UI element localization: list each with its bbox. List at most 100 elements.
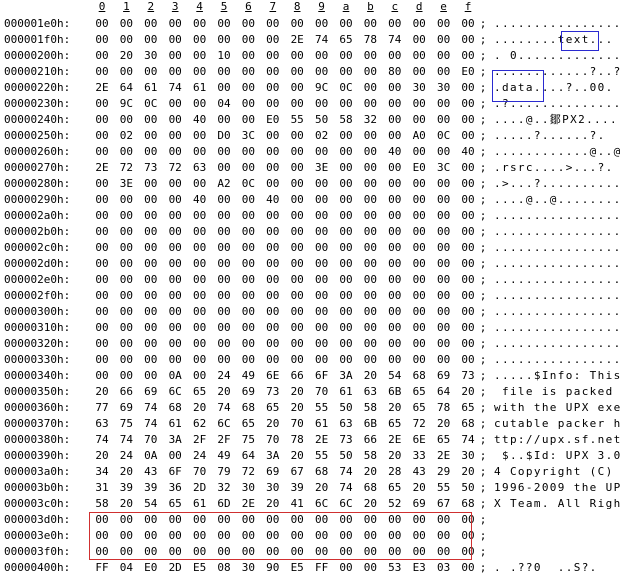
hex-byte[interactable]: 00 xyxy=(385,336,405,352)
ascii-text[interactable]: ................ xyxy=(494,272,638,288)
hex-byte[interactable]: 00 xyxy=(287,240,307,256)
hex-byte[interactable]: 2E xyxy=(287,32,307,48)
hex-byte[interactable]: 00 xyxy=(92,320,112,336)
ascii-text[interactable]: with the UPX exe xyxy=(494,400,638,416)
hex-byte[interactable]: 00 xyxy=(360,352,380,368)
hex-byte[interactable]: 00 xyxy=(263,144,283,160)
hex-byte[interactable]: 41 xyxy=(287,496,307,512)
hex-byte[interactable]: 00 xyxy=(238,224,258,240)
hex-byte[interactable]: 00 xyxy=(165,128,185,144)
hex-byte[interactable]: 00 xyxy=(263,208,283,224)
hex-byte[interactable]: 00 xyxy=(385,16,405,32)
hex-byte[interactable]: 43 xyxy=(409,464,429,480)
hex-byte[interactable]: 00 xyxy=(385,160,405,176)
hex-byte[interactable]: 69 xyxy=(116,400,136,416)
hex-byte[interactable]: 00 xyxy=(116,304,136,320)
hex-byte[interactable]: 00 xyxy=(360,288,380,304)
hex-byte[interactable]: 00 xyxy=(287,256,307,272)
hex-byte[interactable]: 30 xyxy=(238,480,258,496)
hex-byte[interactable]: 74 xyxy=(336,464,356,480)
hex-byte[interactable]: 00 xyxy=(434,352,454,368)
hex-byte[interactable]: 00 xyxy=(238,336,258,352)
hex-byte[interactable]: 00 xyxy=(336,352,356,368)
hex-byte[interactable]: 00 xyxy=(360,528,380,544)
hex-byte[interactable]: 39 xyxy=(287,480,307,496)
hex-byte[interactable]: 00 xyxy=(385,352,405,368)
hex-byte[interactable]: 3A xyxy=(336,368,356,384)
hex-byte[interactable]: 52 xyxy=(385,496,405,512)
ascii-text[interactable]: .rsrc....>...?. xyxy=(494,160,638,176)
hex-byte[interactable]: 00 xyxy=(287,192,307,208)
hex-byte[interactable]: 00 xyxy=(238,16,258,32)
hex-byte[interactable]: 00 xyxy=(141,64,161,80)
hex-byte[interactable]: 00 xyxy=(434,240,454,256)
hex-byte[interactable]: 64 xyxy=(116,80,136,96)
hex-byte[interactable]: 20 xyxy=(92,448,112,464)
hex-byte[interactable]: 00 xyxy=(165,352,185,368)
hex-byte[interactable]: 20 xyxy=(214,384,234,400)
hex-byte[interactable]: 00 xyxy=(190,96,210,112)
hex-byte[interactable]: 00 xyxy=(116,144,136,160)
hex-byte[interactable]: 70 xyxy=(263,432,283,448)
hex-byte[interactable]: 00 xyxy=(434,192,454,208)
hex-byte[interactable]: 50 xyxy=(458,480,478,496)
hex-byte[interactable]: 00 xyxy=(116,224,136,240)
hex-byte[interactable]: 00 xyxy=(238,96,258,112)
ascii-text[interactable]: ....@..鄒PX2.... xyxy=(494,112,638,128)
ascii-text[interactable]: ................ xyxy=(494,16,638,32)
hex-byte[interactable]: 00 xyxy=(263,240,283,256)
hex-byte[interactable]: 55 xyxy=(312,400,332,416)
hex-byte[interactable]: 00 xyxy=(141,368,161,384)
ascii-text[interactable]: .....?......?. xyxy=(494,128,638,144)
hex-byte[interactable]: 20 xyxy=(116,464,136,480)
hex-byte[interactable]: 00 xyxy=(92,272,112,288)
hex-byte[interactable]: 00 xyxy=(190,240,210,256)
hex-byte[interactable]: 00 xyxy=(263,352,283,368)
hex-byte[interactable]: 00 xyxy=(434,96,454,112)
hex-byte[interactable]: 00 xyxy=(312,240,332,256)
hex-byte[interactable]: 67 xyxy=(434,496,454,512)
hex-byte[interactable]: 54 xyxy=(385,368,405,384)
hex-byte[interactable]: 53 xyxy=(385,560,405,576)
hex-byte[interactable]: 70 xyxy=(312,384,332,400)
hex-byte[interactable]: 00 xyxy=(434,208,454,224)
hex-byte[interactable]: 00 xyxy=(214,256,234,272)
hex-byte[interactable]: 00 xyxy=(458,320,478,336)
hex-byte[interactable]: 00 xyxy=(116,288,136,304)
hex-byte[interactable]: 65 xyxy=(336,32,356,48)
hex-byte[interactable]: 40 xyxy=(458,144,478,160)
hex-byte[interactable]: 68 xyxy=(165,400,185,416)
hex-byte[interactable]: 00 xyxy=(385,96,405,112)
hex-byte[interactable]: 00 xyxy=(434,544,454,560)
hex-byte[interactable]: 00 xyxy=(214,272,234,288)
ascii-text[interactable]: ....@..@........ xyxy=(494,192,638,208)
hex-byte[interactable]: 00 xyxy=(190,144,210,160)
hex-byte[interactable]: 00 xyxy=(165,64,185,80)
hex-byte[interactable]: 0C xyxy=(238,176,258,192)
hex-byte[interactable]: 00 xyxy=(92,16,112,32)
hex-byte[interactable]: 00 xyxy=(263,256,283,272)
hex-byte[interactable]: 33 xyxy=(409,448,429,464)
hex-byte[interactable]: 00 xyxy=(458,304,478,320)
hex-byte[interactable]: 00 xyxy=(116,352,136,368)
ascii-text[interactable]: ............@..@ xyxy=(494,144,638,160)
hex-byte[interactable]: 66 xyxy=(360,432,380,448)
hex-byte[interactable]: 00 xyxy=(92,368,112,384)
hex-byte[interactable]: 2E xyxy=(92,80,112,96)
hex-byte[interactable]: 40 xyxy=(190,112,210,128)
hex-byte[interactable]: 78 xyxy=(360,32,380,48)
hex-byte[interactable]: 00 xyxy=(312,544,332,560)
hex-byte[interactable]: 58 xyxy=(360,448,380,464)
hex-byte[interactable]: 61 xyxy=(312,416,332,432)
hex-byte[interactable]: 00 xyxy=(458,96,478,112)
hex-byte[interactable]: 68 xyxy=(360,480,380,496)
hex-byte[interactable]: 00 xyxy=(116,368,136,384)
hex-byte[interactable]: A2 xyxy=(214,176,234,192)
ascii-text[interactable]: 4 Copyright (C) xyxy=(494,464,638,480)
hex-byte[interactable]: 00 xyxy=(409,320,429,336)
hex-byte[interactable]: 00 xyxy=(434,224,454,240)
ascii-text[interactable]: . .??0 ..S?. xyxy=(494,560,638,576)
hex-byte[interactable]: 04 xyxy=(116,560,136,576)
hex-byte[interactable]: E3 xyxy=(409,560,429,576)
hex-byte[interactable]: 00 xyxy=(214,336,234,352)
